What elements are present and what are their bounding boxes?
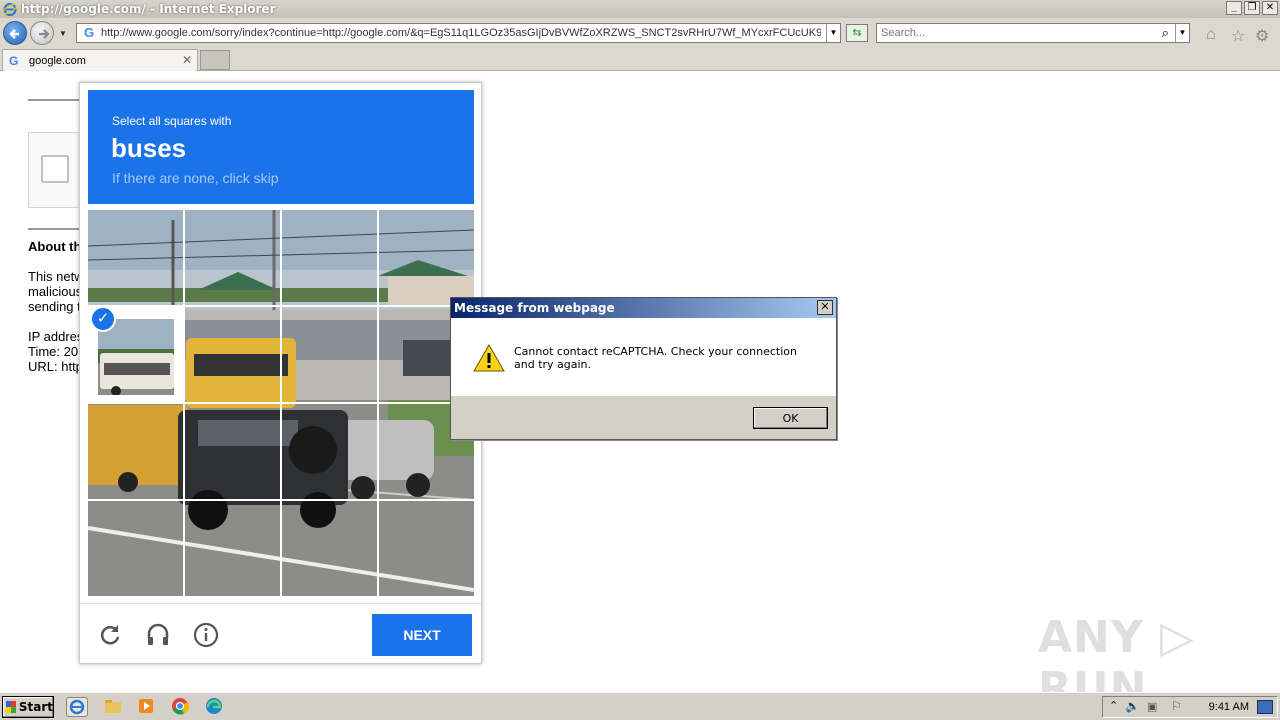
address-bar[interactable]: G http://www.google.com/sorry/index?cont… [76,23,841,43]
search-box[interactable]: ⌕ ▼ [876,23,1190,43]
page-text-line: malicious [28,284,80,299]
taskbar: Start ⌃ 🔈 ▣ ⚐ 9:41 AM [0,692,1280,720]
show-desktop-icon[interactable] [1257,700,1273,714]
tab-bar: G google.com ✕ [0,48,1280,71]
close-window-button[interactable]: ✕ [1262,1,1278,15]
search-dropdown-icon[interactable]: ▼ [1175,24,1189,42]
challenge-instruction: Select all squares with [112,114,232,128]
action-center-flag-icon[interactable]: ⚐ [1171,699,1182,713]
grid-tile[interactable] [377,499,474,596]
grid-tile[interactable] [377,210,474,307]
taskbar-media-player-icon[interactable] [136,697,158,717]
edge-icon [206,698,222,714]
page-text-line: This netw [28,269,80,284]
selected-tile-image [98,319,174,395]
page-heading: About th [28,239,80,254]
google-favicon-icon: G [9,53,19,68]
clock[interactable]: 9:41 AM [1209,701,1249,713]
grid-tile[interactable] [183,305,282,404]
bus-thumbnail-image [98,319,174,395]
challenge-footer: NEXT [80,603,481,663]
grid-tile[interactable] [88,402,185,501]
next-button[interactable]: NEXT [372,614,472,656]
reload-icon[interactable] [97,622,123,648]
dialog-title: Message from webpage [451,298,836,318]
search-input[interactable] [877,24,1147,42]
chrome-icon [172,698,190,715]
navigation-bar: ▼ G http://www.google.com/sorry/index?co… [0,18,1280,48]
close-tab-icon[interactable]: ✕ [182,53,192,67]
info-icon[interactable] [193,622,219,648]
warning-icon [473,344,505,372]
recaptcha-challenge: Select all squares with buses If there a… [79,82,482,664]
tab-label: google.com [29,54,86,67]
taskbar-ie-icon[interactable] [66,697,88,717]
grid-tile[interactable] [183,210,282,307]
window-title-bar: http://google.com/ - Internet Explorer _… [0,0,1280,18]
grid-tile[interactable] [280,305,379,404]
favorites-star-icon[interactable]: ☆ [1231,26,1245,46]
start-label: Start [18,700,53,714]
taskbar-edge-icon[interactable] [204,697,226,717]
page-text-line: sending t [28,299,80,314]
address-url[interactable]: http://www.google.com/sorry/index?contin… [101,27,821,39]
new-tab-button[interactable] [200,50,230,70]
taskbar-chrome-icon[interactable] [170,697,192,717]
minimize-button[interactable]: _ [1226,1,1242,15]
forward-arrow-icon [39,29,50,39]
history-dropdown-icon[interactable]: ▼ [59,29,67,38]
page-text-line: URL: http [28,359,80,374]
search-icon[interactable]: ⌕ [1162,25,1169,41]
grid-tile[interactable] [88,499,185,596]
address-dropdown-icon[interactable]: ▼ [826,24,840,42]
home-icon[interactable]: ⌂ [1206,26,1216,44]
window-title: http://google.com/ - Internet Explorer [21,2,276,16]
challenge-header: Select all squares with buses If there a… [88,90,474,204]
volume-icon[interactable]: 🔈 [1125,699,1140,713]
challenge-target: buses [111,133,187,163]
challenge-hint: If there are none, click skip [112,170,279,186]
restore-button[interactable]: ❐ [1244,1,1260,15]
network-icon[interactable]: ▣ [1147,700,1157,713]
start-button[interactable]: Start [2,696,54,718]
page-text-line: Time: 20 [28,344,79,359]
show-hidden-icons-icon[interactable]: ⌃ [1109,699,1118,712]
ok-button[interactable]: OK [753,407,828,429]
audio-headphones-icon[interactable] [145,622,171,648]
back-arrow-icon [9,29,19,39]
message-dialog: Message from webpage ✕ Cannot contact re… [450,297,837,440]
windows-logo-icon [6,701,16,713]
folder-icon [105,700,121,713]
divider [28,228,80,230]
grid-tile[interactable] [183,402,282,501]
grid-tile[interactable] [183,499,282,596]
dialog-body: Cannot contact reCAPTCHA. Check your con… [451,318,836,396]
divider [28,99,80,101]
system-tray: ⌃ 🔈 ▣ ⚐ 9:41 AM [1102,696,1278,718]
dialog-message: Cannot contact reCAPTCHA. Check your con… [514,345,797,371]
google-favicon-icon: G [83,25,95,40]
checkmark-icon: ✓ [90,306,116,332]
media-player-icon [139,699,153,713]
grid-tile[interactable] [88,210,185,307]
back-button[interactable] [3,21,27,45]
gear-icon[interactable]: ⚙ [1255,26,1269,46]
image-grid: ✓ [88,210,474,596]
ie-logo-icon [69,699,85,715]
compat-refresh-button[interactable]: ⇆ [846,24,868,42]
grid-tile[interactable] [280,499,379,596]
forward-button[interactable] [30,21,54,45]
dialog-close-button[interactable]: ✕ [817,300,833,315]
taskbar-explorer-icon[interactable] [103,697,125,717]
tab-google[interactable]: G google.com ✕ [2,49,198,71]
grid-tile[interactable] [280,210,379,307]
grid-tile[interactable] [280,402,379,501]
page-text-line: IP addres [28,329,80,344]
ie-logo-icon [2,2,18,17]
recaptcha-checkbox[interactable] [41,155,69,183]
